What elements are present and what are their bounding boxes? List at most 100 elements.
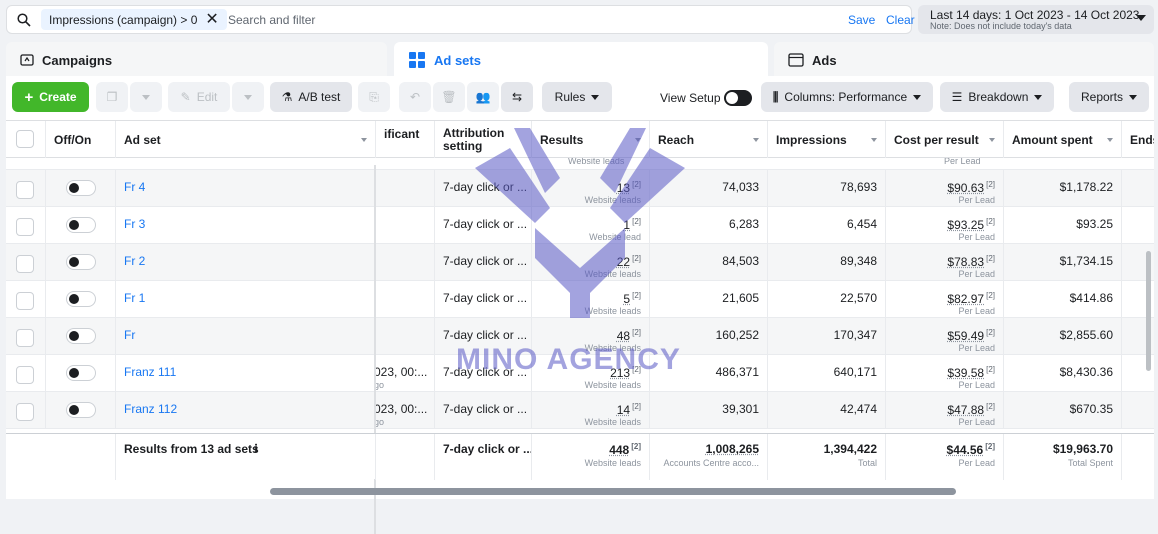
table-cell: Fr 1 — [116, 281, 376, 318]
create-button[interactable]: + Create — [12, 82, 89, 112]
adset-name-link[interactable]: Franz 112 — [124, 402, 177, 416]
row-on-off-toggle[interactable] — [66, 328, 96, 344]
table-cell: 84,503 — [650, 244, 768, 281]
header-results-label: Results — [540, 132, 584, 147]
adset-name-link[interactable]: Fr — [124, 328, 135, 342]
tab-adsets[interactable]: Ad sets — [394, 42, 768, 78]
table-cell: Franz 112 — [116, 392, 376, 429]
breakdown-button[interactable]: ☰ Breakdown — [940, 82, 1054, 112]
close-icon[interactable]: ✕ — [205, 11, 218, 28]
table-cell: 89,348 — [768, 244, 886, 281]
adset-name-link[interactable]: Fr 3 — [124, 217, 145, 231]
amount-spent-value: $414.86 — [1069, 291, 1113, 305]
row-checkbox[interactable] — [16, 218, 34, 236]
people-icon: 👥 — [475, 90, 491, 104]
row-on-off-toggle[interactable] — [66, 402, 96, 418]
reports-button[interactable]: Reports — [1069, 82, 1149, 112]
duplicate-button[interactable]: ❐ — [96, 82, 128, 112]
header-impressions[interactable]: Impressions — [768, 121, 886, 158]
cost-sub: Per Lead — [958, 380, 995, 390]
clear-filter-button[interactable]: Clear — [886, 13, 915, 27]
header-offon[interactable]: Off/On — [46, 121, 116, 158]
info-icon[interactable]: ℹ — [254, 442, 258, 455]
table-cell — [376, 281, 435, 318]
delete-button[interactable]: 🗑 — [433, 82, 465, 112]
schedule-value: 023, 00:... — [376, 365, 428, 379]
select-all-checkbox[interactable] — [16, 130, 34, 148]
duplicate-dropdown-button[interactable] — [130, 82, 162, 112]
table-cell — [6, 281, 46, 318]
totals-results-sub: Website leads — [584, 458, 641, 468]
attribution-value: 7-day click or ... — [443, 328, 528, 342]
header-amount[interactable]: Amount spent — [1004, 121, 1122, 158]
preview-button[interactable]: ⇆ — [501, 82, 533, 112]
vertical-scrollbar[interactable] — [1146, 251, 1151, 371]
search-filter-bar[interactable]: Impressions (campaign) > 0 ✕ Search and … — [6, 5, 915, 34]
undo-button[interactable]: ↶ — [399, 82, 431, 112]
date-range-picker[interactable]: Last 14 days: 1 Oct 2023 - 14 Oct 2023 N… — [918, 5, 1154, 34]
tab-campaigns[interactable]: Campaigns — [6, 42, 387, 78]
table-cell — [46, 355, 116, 392]
tab-ads[interactable]: Ads — [774, 42, 1154, 78]
footnote: [2] — [632, 328, 641, 337]
table-cell: $670.35 — [1004, 392, 1122, 429]
horizontal-scrollbar[interactable] — [6, 486, 1154, 499]
adset-name-link[interactable]: Fr 2 — [124, 254, 145, 268]
totals-spacer — [6, 434, 116, 480]
row-checkbox[interactable] — [16, 403, 34, 421]
header-results[interactable]: Results — [532, 121, 650, 158]
header-attribution[interactable]: Attribution setting — [435, 121, 532, 158]
row-checkbox[interactable] — [16, 329, 34, 347]
edit-label: Edit — [196, 90, 218, 104]
view-setup-toggle[interactable] — [724, 90, 752, 106]
cost-cell-value: $39.58 [2] — [947, 365, 995, 380]
adsets-table: Off/On Ad set ificant Attribution settin… — [6, 120, 1154, 534]
row-on-off-toggle[interactable] — [66, 254, 96, 270]
header-impressions-label: Impressions — [776, 132, 847, 147]
sort-icon — [635, 138, 641, 142]
cost-value: $93.25 — [947, 218, 985, 232]
clipboard-button[interactable]: ⎘ — [358, 82, 390, 112]
tab-adsets-label: Ad sets — [434, 52, 481, 68]
results-cell-value: 1 [2] — [623, 217, 641, 232]
partial-cost-sub: Per Lead — [944, 158, 981, 166]
cost-cell-value: $93.25 [2] — [947, 217, 995, 232]
table-cell — [1122, 207, 1154, 244]
reach-value: 39,301 — [722, 402, 759, 416]
edit-dropdown-button[interactable] — [232, 82, 264, 112]
table-cell — [376, 244, 435, 281]
adset-name-link[interactable]: Fr 1 — [124, 291, 145, 305]
header-reach[interactable]: Reach — [650, 121, 768, 158]
adset-name-link[interactable]: Fr 4 — [124, 180, 145, 194]
header-cost[interactable]: Cost per result — [886, 121, 1004, 158]
scrollbar-thumb[interactable] — [270, 488, 956, 495]
audience-button[interactable]: 👥 — [467, 82, 499, 112]
create-label: Create — [39, 90, 77, 104]
flask-icon: ⚗ — [281, 90, 293, 104]
adset-name-link[interactable]: Franz 111 — [124, 365, 176, 379]
row-checkbox[interactable] — [16, 255, 34, 273]
row-checkbox[interactable] — [16, 366, 34, 384]
row-on-off-toggle[interactable] — [66, 180, 96, 196]
header-cost-label: Cost per result — [894, 132, 979, 147]
header-adset[interactable]: Ad set — [116, 121, 376, 158]
attribution-value: 7-day click or ... — [443, 254, 528, 268]
save-filter-button[interactable]: Save — [848, 13, 875, 27]
ab-test-button[interactable]: ⚗ A/B test — [270, 82, 352, 112]
row-on-off-toggle[interactable] — [66, 365, 96, 381]
reach-value: 74,033 — [722, 180, 759, 194]
folder-icon — [20, 54, 34, 66]
search-input[interactable]: Search and filter — [228, 13, 315, 27]
header-significant[interactable]: ificant — [376, 121, 435, 158]
rules-button[interactable]: Rules — [542, 82, 612, 112]
filter-chip[interactable]: Impressions (campaign) > 0 ✕ — [41, 9, 227, 30]
columns-button[interactable]: ⫼ Columns: Performance — [761, 82, 933, 112]
row-on-off-toggle[interactable] — [66, 291, 96, 307]
row-checkbox[interactable] — [16, 181, 34, 199]
cost-cell-value: $47.88 [2] — [947, 402, 995, 417]
select-all-cell — [6, 121, 46, 158]
row-on-off-toggle[interactable] — [66, 217, 96, 233]
header-ends[interactable]: Ends — [1122, 121, 1154, 158]
edit-button[interactable]: ✎ Edit — [168, 82, 230, 112]
row-checkbox[interactable] — [16, 292, 34, 310]
